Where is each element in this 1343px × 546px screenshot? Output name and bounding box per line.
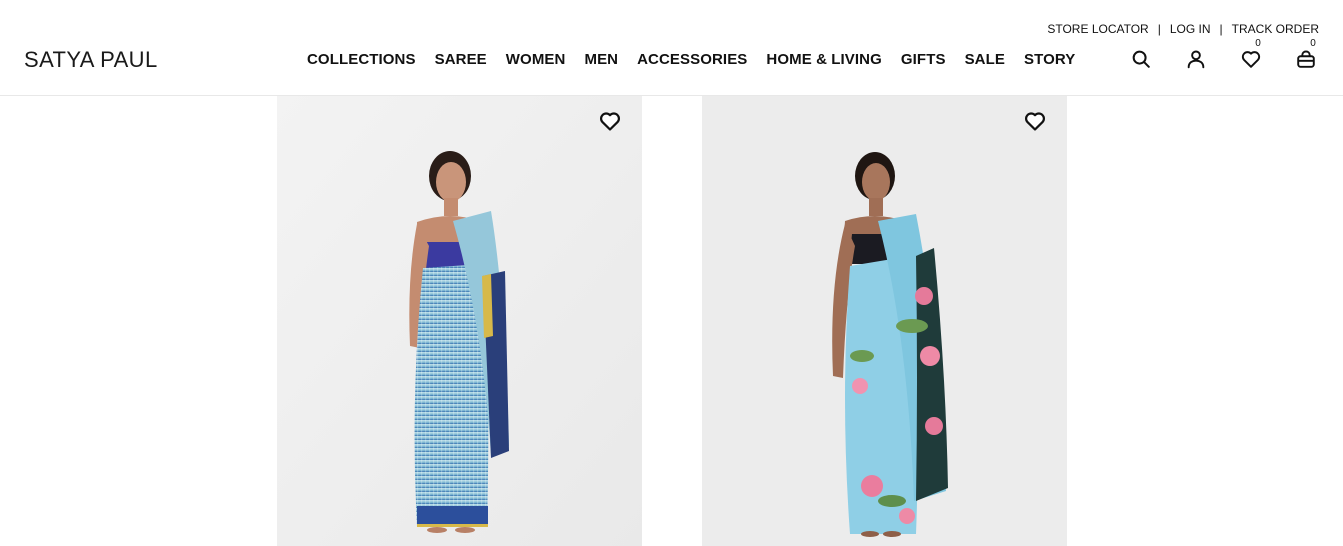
user-icon bbox=[1187, 50, 1205, 69]
product-card[interactable] bbox=[277, 96, 642, 546]
product-image[interactable] bbox=[277, 96, 642, 546]
track-order-link[interactable]: TRACK ORDER bbox=[1232, 22, 1319, 36]
product-image[interactable] bbox=[702, 96, 1067, 546]
store-locator-link[interactable]: STORE LOCATOR bbox=[1047, 22, 1148, 36]
wishlist-count-badge: 0 bbox=[1255, 38, 1261, 49]
site-header: SATYA PAUL STORE LOCATOR | LOG IN | TRAC… bbox=[0, 0, 1343, 96]
cart-button[interactable]: 0 bbox=[1293, 38, 1319, 72]
cart-count-badge: 0 bbox=[1310, 38, 1316, 49]
header-icon-bar: 0 0 bbox=[0, 38, 1343, 72]
product-card[interactable] bbox=[702, 96, 1067, 546]
heart-icon bbox=[1241, 51, 1261, 68]
add-to-wishlist-button[interactable] bbox=[1022, 108, 1048, 134]
utility-nav: STORE LOCATOR | LOG IN | TRACK ORDER bbox=[1047, 21, 1319, 37]
add-to-wishlist-button[interactable] bbox=[597, 108, 623, 134]
search-button[interactable] bbox=[1128, 46, 1154, 72]
bag-icon bbox=[1297, 50, 1315, 68]
log-in-link[interactable]: LOG IN bbox=[1170, 22, 1211, 36]
utility-separator: | bbox=[1157, 22, 1161, 36]
wishlist-button[interactable]: 0 bbox=[1238, 38, 1264, 72]
search-icon bbox=[1132, 50, 1150, 68]
heart-icon bbox=[600, 112, 620, 131]
utility-separator: | bbox=[1219, 22, 1223, 36]
account-button[interactable] bbox=[1183, 46, 1209, 72]
heart-icon bbox=[1025, 112, 1045, 131]
